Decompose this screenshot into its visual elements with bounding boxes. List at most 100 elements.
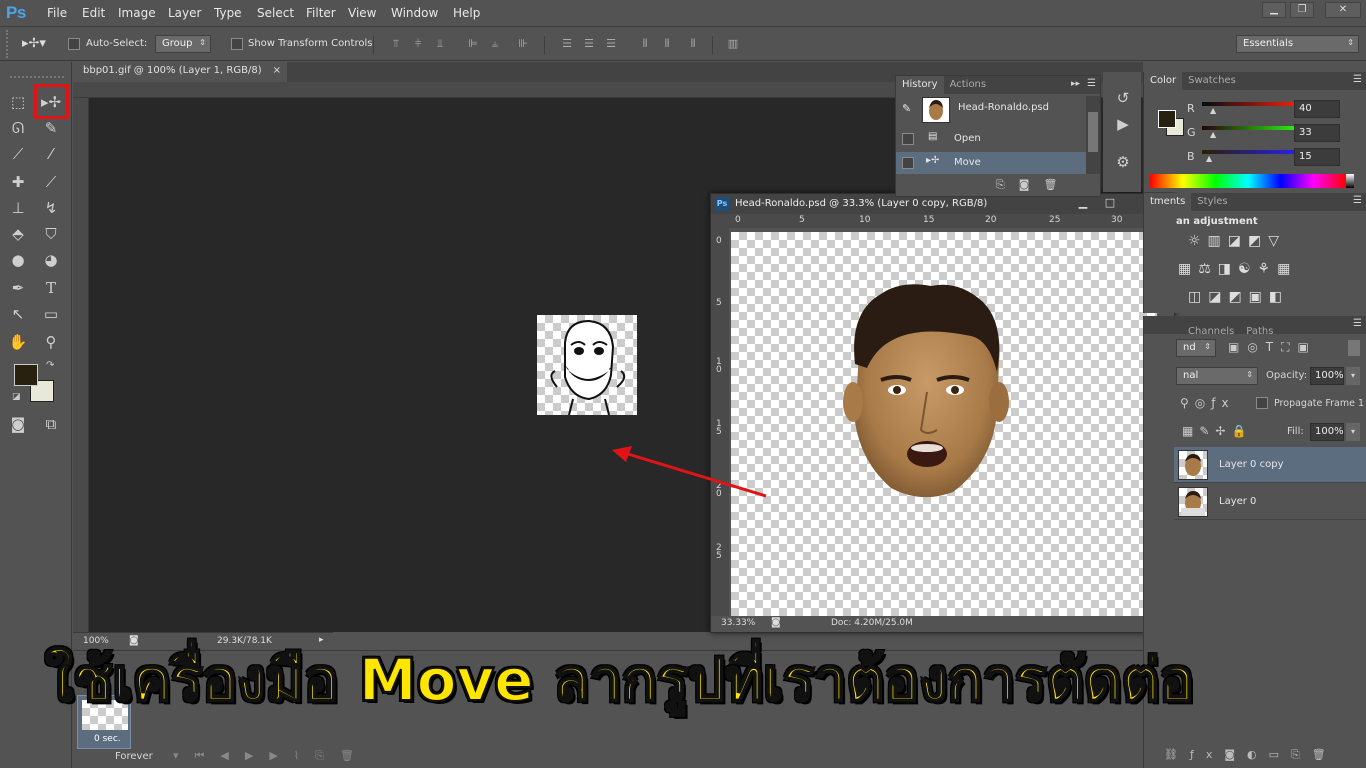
color-foreground-swatch[interactable] (1158, 110, 1176, 128)
restore-icon[interactable]: ❐ (1290, 2, 1314, 18)
workspace-dropdown[interactable]: Essentials ⇕ (1236, 35, 1359, 53)
menu-filter[interactable]: Filter (306, 6, 336, 20)
quick-mask-icon[interactable]: ◙ (6, 412, 30, 436)
lock-icons[interactable]: ▦✎✢🔒 (1182, 424, 1252, 438)
distribute-bottom-icon[interactable]: ☰ (604, 37, 618, 51)
history-brush-tool-icon[interactable]: ↯ (39, 196, 63, 220)
fill-dropdown-icon[interactable]: ▾ (1346, 423, 1360, 441)
slider-thumb-icon[interactable]: ▲ (1206, 154, 1212, 163)
paint-bucket-tool-icon[interactable]: ⛉ (39, 222, 63, 246)
menu-layer[interactable]: Layer (168, 6, 201, 20)
psd-canvas[interactable] (731, 232, 1157, 616)
brush-tool-icon[interactable]: ⟋ (39, 170, 63, 194)
panel-menu-icon[interactable]: ☰ (1353, 195, 1362, 206)
r-input[interactable]: 40 (1294, 100, 1340, 118)
b-slider[interactable] (1202, 150, 1302, 154)
tab-paths[interactable]: Paths (1240, 323, 1279, 341)
tab-swatches[interactable]: Swatches (1182, 72, 1242, 90)
align-right-icon[interactable]: ⊪ (516, 37, 530, 51)
frame-delay[interactable]: 0 sec. (94, 734, 121, 744)
panel-menu-icon[interactable]: ☰ (1087, 78, 1096, 89)
opacity-input[interactable]: 100% (1310, 367, 1344, 385)
adjustment-icons-row-1[interactable]: ☼▥◪◩▽ (1188, 233, 1286, 249)
zoom-tool-icon[interactable]: ⚲ (39, 330, 63, 354)
timeline-controls[interactable]: ▾⏮◀▶▶⌇⎘🗑 (173, 749, 370, 763)
troll-face-image[interactable] (537, 315, 637, 416)
slider-thumb-icon[interactable]: ▲ (1210, 130, 1216, 139)
distribute-vcenter-icon[interactable]: ☰ (582, 37, 596, 51)
psd-minimize-icon[interactable]: ▁ (1069, 196, 1097, 212)
healing-brush-tool-icon[interactable]: ✚ (6, 170, 30, 194)
hand-tool-icon[interactable]: ✋ (6, 330, 30, 354)
adjustment-icons-row-3[interactable]: ◫◪◩▣◧ (1188, 289, 1289, 305)
layer-name[interactable]: Layer 0 copy (1219, 459, 1283, 470)
rectangle-tool-icon[interactable]: ▭ (39, 302, 63, 326)
menu-view[interactable]: View (348, 6, 376, 20)
show-transform-checkbox[interactable] (231, 38, 243, 50)
layer-row-layer-0[interactable]: Layer 0 (1174, 484, 1366, 520)
layer-name[interactable]: Layer 0 (1219, 496, 1256, 507)
menu-select[interactable]: Select (257, 6, 294, 20)
distribute-right-icon[interactable]: ⦀ (686, 37, 700, 51)
auto-select-dropdown[interactable]: Group ⇕ (155, 35, 211, 53)
history-state-open[interactable]: ▤ Open (896, 128, 1086, 150)
document-tab[interactable]: bbp01.gif @ 100% (Layer 1, RGB/8) × (73, 62, 287, 82)
propagate-frame-checkbox[interactable] (1256, 397, 1268, 409)
menu-edit[interactable]: Edit (82, 6, 105, 20)
panel-menu-icon[interactable]: ☰ (1353, 318, 1362, 329)
layers-footer-icons[interactable]: ⛓ƒx◙◐▭⎘🗑 (1164, 748, 1338, 762)
opacity-dropdown-icon[interactable]: ▾ (1346, 367, 1360, 385)
type-tool-icon[interactable]: T (39, 276, 63, 300)
close-tab-icon[interactable]: × (273, 65, 281, 76)
crop-tool-icon[interactable]: ⟋ (6, 142, 30, 166)
g-slider[interactable] (1202, 126, 1302, 130)
g-input[interactable]: 33 (1294, 124, 1340, 142)
loop-options[interactable]: Forever (115, 751, 153, 762)
bw-ramp[interactable] (1346, 174, 1354, 188)
distribute-hcenter-icon[interactable]: ⦀ (660, 37, 674, 51)
clone-stamp-tool-icon[interactable]: ⊥ (6, 196, 30, 220)
align-hcenter-icon[interactable]: ⫨ (488, 37, 502, 51)
psd-maximize-icon[interactable]: □ (1099, 196, 1121, 212)
history-state-move[interactable]: ▸✢ Move (896, 152, 1086, 174)
default-colors-icon[interactable]: ◪ (12, 392, 21, 402)
tab-history[interactable]: History (896, 76, 944, 94)
menu-window[interactable]: Window (391, 6, 438, 20)
distribute-left-icon[interactable]: ⦀ (638, 37, 652, 51)
close-icon[interactable]: ✕ (1325, 2, 1361, 18)
marquee-tool-icon[interactable]: ⬚ (6, 90, 30, 114)
psd-zoom[interactable]: 33.33% (721, 618, 755, 628)
blur-tool-icon[interactable]: ● (6, 248, 30, 272)
tab-styles[interactable]: Styles (1191, 193, 1233, 211)
collapse-icon[interactable]: ▸▸ (1071, 79, 1080, 89)
layer-row-layer-0-copy[interactable]: Layer 0 copy (1174, 447, 1366, 483)
quick-select-tool-icon[interactable]: ✎ (39, 116, 63, 140)
slider-thumb-icon[interactable]: ▲ (1210, 106, 1216, 115)
tab-actions[interactable]: Actions (944, 76, 993, 94)
eyedropper-tool-icon[interactable]: ⁄ (39, 142, 63, 166)
history-source-checkbox[interactable] (902, 133, 914, 145)
minimize-icon[interactable]: ▁ (1262, 2, 1286, 18)
menu-type[interactable]: Type (214, 6, 242, 20)
align-vcenter-icon[interactable]: ⫩ (411, 37, 425, 51)
tab-adjustments[interactable]: tments (1144, 193, 1192, 211)
color-spectrum-ramp[interactable] (1150, 174, 1346, 188)
lasso-tool-icon[interactable]: ᘏ (6, 116, 30, 140)
history-scrollbar[interactable] (1086, 96, 1100, 174)
tab-color[interactable]: Color (1144, 72, 1183, 90)
actions-panel-icon[interactable]: ▶ (1111, 112, 1135, 136)
swap-colors-icon[interactable]: ↷ (46, 360, 54, 371)
r-slider[interactable] (1202, 102, 1302, 106)
adjustment-icons-row-2[interactable]: ▦⚖◨☯⚘▦ (1178, 261, 1297, 277)
blend-mode-dropdown[interactable]: nal ⇕ (1176, 367, 1258, 385)
history-source-checkbox[interactable] (902, 157, 914, 169)
auto-select-checkbox[interactable] (68, 38, 80, 50)
panel-menu-icon[interactable]: ☰ (1353, 74, 1362, 85)
properties-panel-icon[interactable]: ⚙ (1111, 150, 1135, 174)
menu-file[interactable]: File (47, 6, 67, 20)
unify-icons[interactable]: ⚲◎ƒx (1180, 396, 1235, 410)
dodge-tool-icon[interactable]: ◕ (39, 248, 63, 272)
align-top-icon[interactable]: ⫪ (389, 37, 403, 51)
menu-image[interactable]: Image (118, 6, 156, 20)
distribute-top-icon[interactable]: ☰ (560, 37, 574, 51)
